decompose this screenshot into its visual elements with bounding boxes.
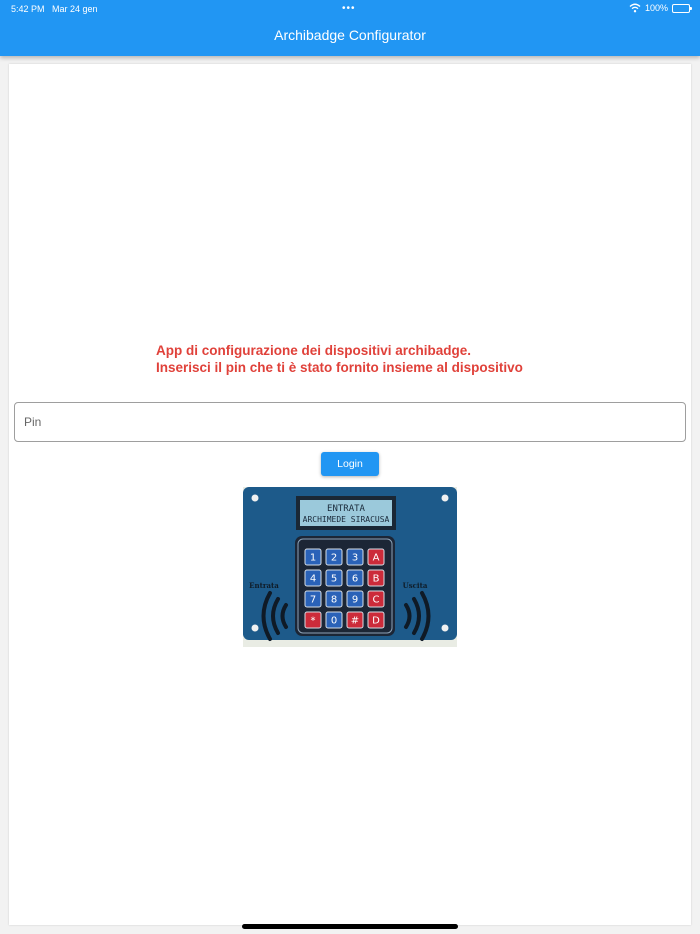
home-indicator[interactable] (242, 924, 458, 929)
keypad-key-label: # (351, 616, 359, 627)
keypad-key-label: D (372, 616, 380, 627)
status-time: 5:42 PM (11, 4, 45, 14)
wifi-icon (629, 3, 641, 13)
status-date: Mar 24 gen (52, 4, 98, 14)
battery-percent: 100% (644, 3, 668, 13)
pin-input[interactable] (15, 403, 685, 441)
keypad-key-label: 0 (331, 616, 337, 627)
keypad-key-label: 1 (310, 553, 316, 564)
keypad-key-label: 4 (310, 574, 316, 585)
keypad-key-label: 2 (331, 553, 337, 564)
lcd-line-1: ENTRATA (327, 504, 366, 514)
battery-icon (672, 3, 692, 13)
keypad-key-label: * (311, 616, 316, 627)
app-bar: 5:42 PM Mar 24 gen ••• 100% Archibadge C… (0, 0, 700, 56)
keypad-key-label: 5 (331, 574, 337, 585)
lcd-line-2: ARCHIMEDE SIRACUSA (303, 515, 390, 524)
keypad-key-label: 3 (352, 553, 358, 564)
keypad-key-label: 7 (310, 595, 316, 606)
keypad-key-label: 6 (352, 574, 358, 585)
keypad-key-label: C (373, 595, 380, 606)
pin-field[interactable] (14, 402, 686, 442)
keypad-key-label: B (373, 574, 380, 585)
message-line-2: Inserisci il pin che ti è stato fornito … (156, 360, 523, 375)
message-line-1: App di configurazione dei dispositivi ar… (156, 343, 472, 358)
status-bar: 5:42 PM Mar 24 gen ••• 100% (0, 0, 700, 18)
keypad-key-label: 8 (331, 595, 337, 606)
entrata-label: Entrata (249, 581, 279, 590)
instructions-message: App di configurazione dei dispositivi ar… (156, 342, 523, 376)
multitasking-dots[interactable]: ••• (342, 3, 356, 14)
uscita-label: Uscita (403, 581, 428, 590)
page-title: Archibadge Configurator (274, 27, 426, 43)
archibadge-device-image: ENTRATA ARCHIMEDE SIRACUSA 1 2 3 A 4 5 6 B 7 8 9 C *… (243, 487, 457, 647)
login-button[interactable]: Login (321, 452, 379, 476)
keypad-key-label: 9 (352, 595, 358, 606)
keypad-key-label: A (373, 553, 380, 564)
